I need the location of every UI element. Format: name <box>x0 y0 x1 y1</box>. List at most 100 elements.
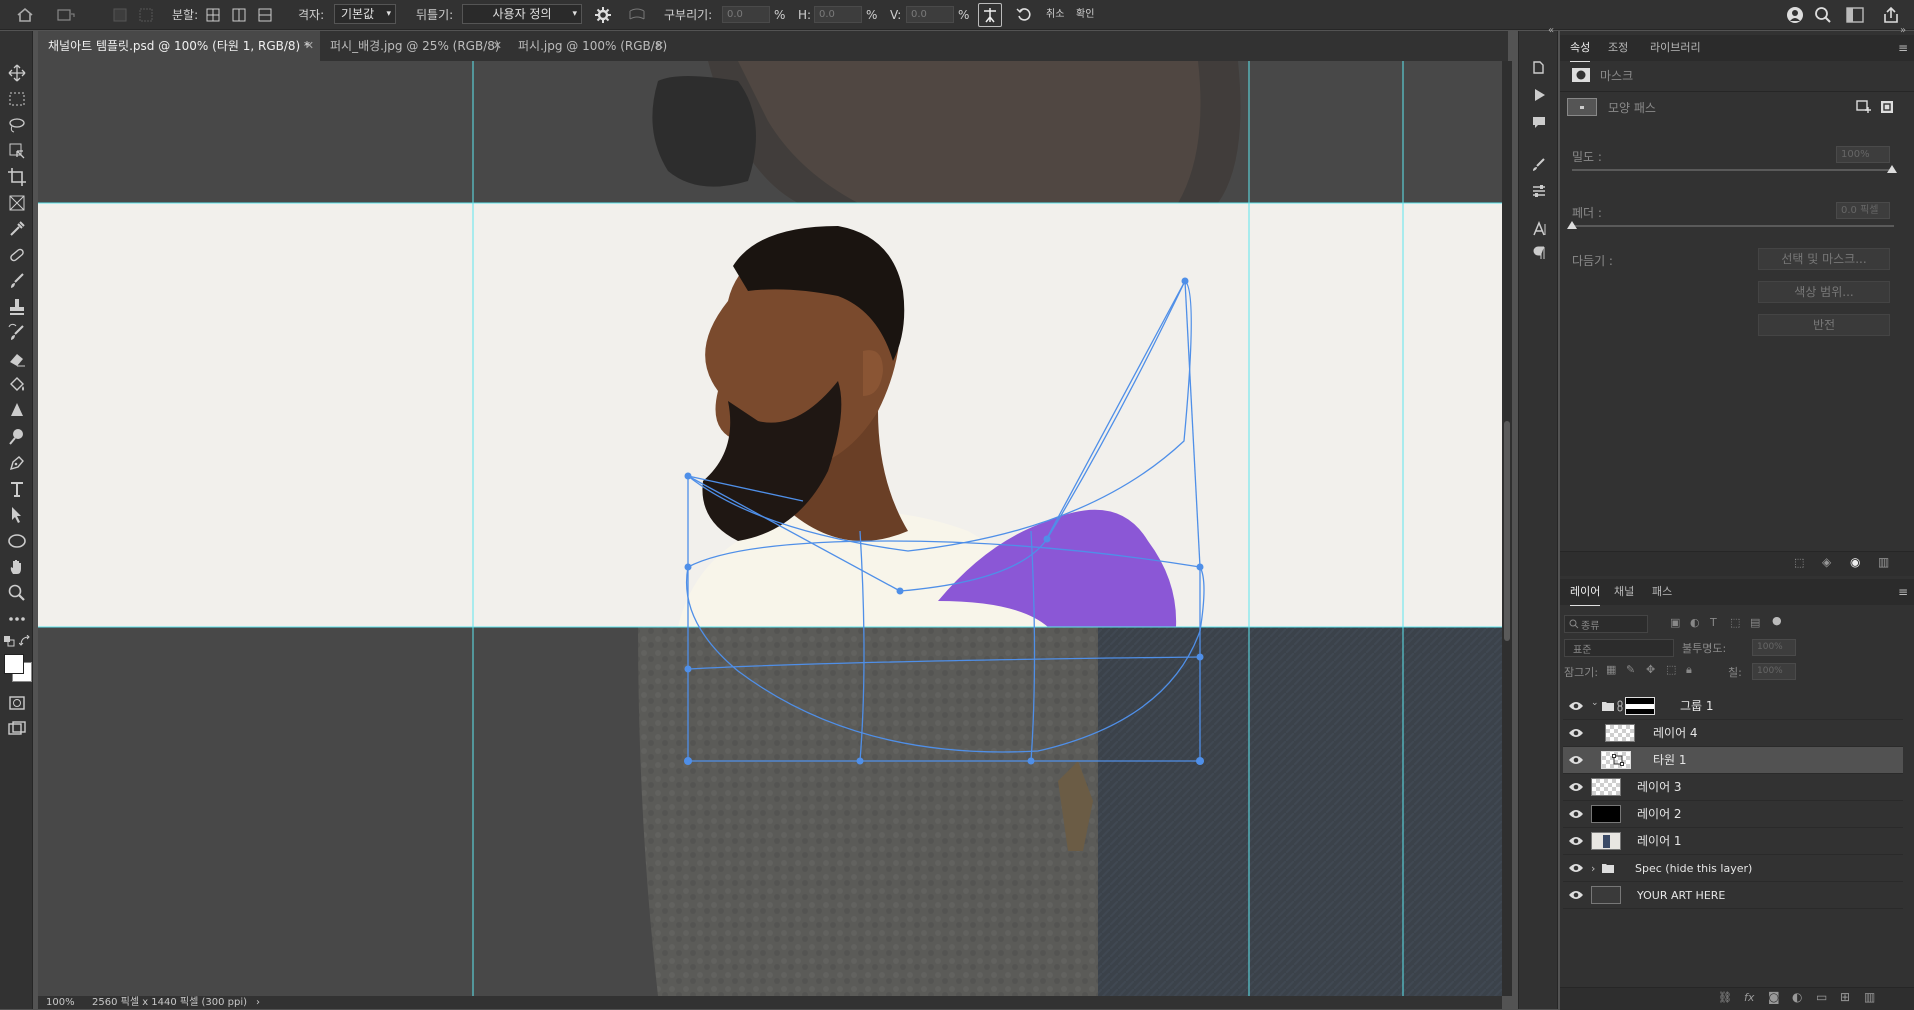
puppet-warp-toggle[interactable] <box>978 3 1002 27</box>
filter-toggle-icon[interactable]: ● <box>1772 614 1782 627</box>
dodge-icon[interactable] <box>7 427 27 447</box>
home-icon[interactable] <box>16 7 34 23</box>
pen-icon[interactable] <box>7 453 27 473</box>
lock-image-icon[interactable]: ✎ <box>1626 663 1635 676</box>
fx-icon[interactable]: fx <box>1744 991 1754 1004</box>
layer-name[interactable]: 타원 1 <box>1653 747 1687 774</box>
tab-properties[interactable]: 속성 <box>1570 35 1591 62</box>
layer-row-layer-3[interactable]: 레이어 3 <box>1563 774 1903 801</box>
apply-mask-icon[interactable]: ◈ <box>1822 555 1831 569</box>
curvature-field[interactable]: 0.0 <box>722 6 770 23</box>
layer-name[interactable]: 그룹 1 <box>1680 693 1714 720</box>
path-select-icon[interactable] <box>7 505 27 525</box>
split-crosswise-icon[interactable] <box>206 8 220 22</box>
vertical-scrollbar[interactable] <box>1502 61 1512 996</box>
grid-dropdown[interactable]: 기본값 ▾ <box>334 4 396 24</box>
brush-settings-icon[interactable] <box>1531 157 1547 173</box>
tab-paths[interactable]: 패스 <box>1652 579 1672 605</box>
foreground-color-swatch[interactable] <box>4 654 24 674</box>
split-horizontal-icon[interactable] <box>258 8 272 22</box>
type-icon[interactable] <box>7 479 27 499</box>
layer-row-your-art-here[interactable]: YOUR ART HERE <box>1563 882 1903 909</box>
invert-button[interactable]: 반전 <box>1758 314 1890 336</box>
filter-shape-icon[interactable]: ⬚ <box>1730 616 1740 629</box>
color-range-button[interactable]: 색상 범위... <box>1758 281 1890 303</box>
lock-icon[interactable]: 🔒︎ <box>1686 663 1692 677</box>
comments-icon[interactable] <box>1531 115 1547 131</box>
h-field[interactable]: 0.0 <box>814 6 862 23</box>
feather-slider-handle[interactable] <box>1567 221 1577 229</box>
marquee-icon[interactable] <box>7 89 27 109</box>
lock-transparent-icon[interactable]: ▦ <box>1606 663 1616 676</box>
layer-name[interactable]: Spec (hide this layer) <box>1635 855 1752 882</box>
workspace-icon[interactable] <box>1846 7 1864 23</box>
filter-smart-icon[interactable]: ▤ <box>1750 616 1760 629</box>
screen-mode-icon[interactable] <box>7 719 27 739</box>
zoom-icon[interactable] <box>7 583 27 603</box>
move-icon[interactable] <box>7 63 27 83</box>
history-brush-icon[interactable] <box>7 323 27 343</box>
blend-mode-dropdown[interactable]: 표준 <box>1564 639 1674 657</box>
close-icon[interactable]: ✕ <box>305 31 314 61</box>
density-slider-handle[interactable] <box>1887 165 1897 173</box>
zoom-level[interactable]: 100% <box>46 996 75 1009</box>
search-icon[interactable] <box>1814 6 1832 24</box>
link-layers-icon[interactable]: ⛓︎ <box>1718 991 1732 1004</box>
tab-libraries[interactable]: 라이브러리 <box>1650 35 1701 61</box>
layer-row-ellipse-1[interactable]: 타원 1 <box>1563 747 1903 774</box>
layer-name[interactable]: 레이어 1 <box>1637 828 1682 855</box>
v-field[interactable]: 0.0 <box>906 6 954 23</box>
feather-slider-track[interactable] <box>1572 225 1894 227</box>
tab-layers[interactable]: 레이어 <box>1570 579 1601 606</box>
actions-icon[interactable] <box>1531 87 1547 103</box>
lock-position-icon[interactable]: ✥ <box>1646 663 1655 676</box>
eye-icon[interactable] <box>1568 835 1584 847</box>
tab-adjustments[interactable]: 조정 <box>1608 35 1628 61</box>
doc-tab-channel-art[interactable]: 채널아트 템플릿.psd @ 100% (타원 1, RGB/8) * ✕ <box>38 31 320 61</box>
panel-menu-icon[interactable]: ≡ <box>1898 585 1908 599</box>
status-arrow[interactable]: › <box>256 996 260 1009</box>
user-icon[interactable] <box>1786 6 1804 24</box>
crop-icon[interactable] <box>7 167 27 187</box>
layer-name[interactable]: 레이어 4 <box>1653 720 1698 747</box>
adjustments-icon[interactable] <box>1531 183 1547 199</box>
close-icon[interactable]: ✕ <box>655 31 664 61</box>
layer-name[interactable]: 레이어 3 <box>1637 774 1682 801</box>
select-and-mask-button[interactable]: 선택 및 마스크... <box>1758 248 1890 270</box>
default-colors-icon[interactable] <box>3 635 15 647</box>
swap-colors-icon[interactable] <box>19 635 31 647</box>
new-layer-icon[interactable]: ⊞ <box>1840 990 1850 1004</box>
lasso-icon[interactable] <box>7 115 27 135</box>
feather-field[interactable]: 0.0 픽셀 <box>1836 202 1890 219</box>
eye-icon[interactable] <box>1568 862 1584 874</box>
panel-menu-icon[interactable]: ≡ <box>1898 41 1908 55</box>
scrollbar-thumb[interactable] <box>1504 421 1510 641</box>
paragraph-icon[interactable] <box>1531 245 1547 261</box>
layer-mask-thumb[interactable] <box>1625 697 1655 715</box>
fill-field[interactable]: 100% <box>1752 663 1796 680</box>
confirm-button[interactable]: 확인 <box>1076 0 1094 30</box>
eye-icon[interactable] <box>1568 808 1584 820</box>
bucket-icon[interactable] <box>7 375 27 395</box>
layer-name[interactable]: YOUR ART HERE <box>1637 882 1725 909</box>
layer-name[interactable]: 레이어 2 <box>1637 801 1682 828</box>
layer-row-layer-1[interactable]: 레이어 1 <box>1563 828 1903 855</box>
eye-icon[interactable] <box>1568 889 1584 901</box>
healing-icon[interactable] <box>7 245 27 265</box>
object-select-icon[interactable] <box>7 141 27 161</box>
eraser-icon[interactable] <box>7 349 27 369</box>
eye-icon[interactable] <box>1568 700 1584 712</box>
gear-icon[interactable] <box>594 6 612 24</box>
layer-filter-dropdown[interactable]: 종류 <box>1564 615 1648 633</box>
selection-icon[interactable]: ⬚ <box>1794 556 1804 569</box>
layer-row-group-1[interactable]: ⌄ 그룹 1 <box>1563 693 1903 720</box>
split-cross-icon[interactable] <box>138 7 154 23</box>
filter-type-icon[interactable]: T <box>1710 616 1717 629</box>
doc-tab-percy[interactable]: 퍼시.jpg @ 100% (RGB/8) ✕ <box>508 31 670 61</box>
share-icon[interactable] <box>1882 6 1900 24</box>
eyedropper-icon[interactable] <box>7 219 27 239</box>
filter-pixel-icon[interactable]: ▣ <box>1670 616 1680 629</box>
add-mask-icon[interactable]: ◙ <box>1768 990 1780 1004</box>
chevron-down-icon[interactable]: ⌄ <box>1591 698 1599 708</box>
collapse-icon[interactable]: « <box>1548 25 1554 36</box>
